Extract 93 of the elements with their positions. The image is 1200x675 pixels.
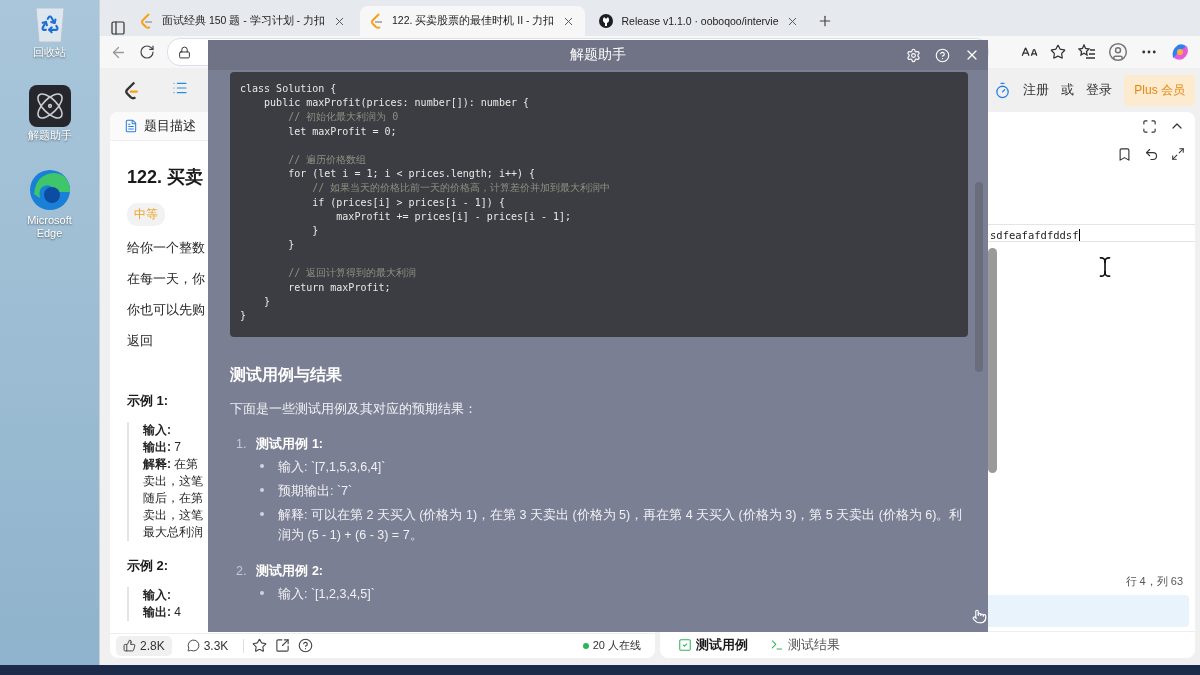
browser-tab[interactable]: 面试经典 150 题 - 学习计划 - 力扣 — [130, 6, 356, 36]
assistant-logo-icon[interactable] — [1170, 42, 1190, 62]
description-tab[interactable]: 题目描述 — [144, 116, 196, 135]
site-icon — [599, 14, 614, 28]
undo-icon[interactable] — [1144, 146, 1159, 162]
code-line: maxProfit += prices[i] - prices[i - 1]; — [335, 209, 573, 224]
comment-icon — [186, 639, 200, 653]
code-line: } — [311, 223, 320, 238]
section-title: 测试用例与结果 — [230, 365, 342, 386]
sidebar-icon[interactable] — [110, 20, 126, 36]
example-heading: 示例 1: — [127, 391, 169, 410]
settings-icon[interactable] — [906, 47, 921, 63]
lock-icon — [178, 45, 191, 59]
code-line: let maxProfit = 0; — [287, 124, 398, 139]
list-number: 1. — [236, 437, 247, 452]
case-title: 测试用例 1: — [256, 436, 324, 454]
register-link[interactable]: 注册 — [1023, 81, 1050, 99]
example-line: 输出: 7 — [143, 438, 182, 456]
desktop-icon-label: 回收站 — [33, 46, 66, 59]
hand-pointer-icon — [971, 609, 987, 624]
example-heading: 示例 2: — [127, 556, 169, 575]
site-icon — [370, 13, 384, 29]
bullet — [260, 488, 264, 493]
code-line: for (let i = 1; i < prices.length; i++) { — [287, 167, 536, 182]
thumbs-up-icon — [123, 639, 136, 653]
checkbox-icon — [678, 638, 692, 652]
favorites-list-icon[interactable] — [1078, 44, 1096, 60]
example-line: 卖出，这笔 — [143, 506, 203, 524]
code-line: if (prices[i] > prices[i - 1]) { — [311, 195, 506, 210]
test-tab[interactable]: 测试用例 — [672, 635, 754, 655]
example-line: 输出: 4 — [143, 603, 182, 621]
case-item-text: 输入: `[1,2,3,4,5]` — [278, 586, 375, 604]
atom-app-icon[interactable] — [28, 85, 71, 127]
example-line: 解释: 在第 — [143, 455, 199, 473]
desktop-icon-label: Microsoft Edge — [26, 214, 73, 240]
terminal-icon — [770, 638, 784, 652]
window-title: 解题助手 — [570, 46, 626, 64]
browser-app-icon[interactable] — [27, 168, 72, 212]
expand-icon[interactable] — [1171, 147, 1185, 161]
code-line: class Solution { — [240, 82, 338, 96]
bullet — [260, 464, 264, 469]
code-line: } — [263, 294, 272, 309]
fullscreen-icon[interactable] — [1142, 118, 1157, 134]
code-line: // 遍历价格数组 — [287, 152, 368, 167]
case-item-text: 解释: 可以在第 2 天买入 (价格为 1)，在第 3 天卖出 (价格为 5)，再在第 4 天买入 (价格为 3)，第 5 天卖出 (价格为 6)。利润为 (5 - 1) + (6 - 3) = 7。 — [278, 507, 964, 545]
intro-text: 下面是一些测试用例及其对应的预期结果： — [230, 400, 477, 419]
description-text: 你也可以先购 — [127, 301, 205, 319]
site-logo-icon[interactable] — [124, 80, 140, 100]
code-line: public maxProfit(prices: number[]): number { — [263, 96, 530, 111]
code-line: // 返回计算得到的最大利润 — [287, 266, 418, 281]
example-line: 输入: — [143, 586, 171, 604]
problem-title: 122. 买卖 — [127, 165, 204, 189]
share-icon[interactable] — [275, 638, 291, 654]
bullet — [260, 591, 264, 596]
example-line: 最大总利润 — [143, 523, 203, 541]
description-icon — [124, 118, 138, 133]
browser-tab[interactable]: 122. 买卖股票的最佳时机 II - 力扣 — [360, 6, 586, 36]
desktop-icon-label: 解题助手 — [27, 129, 72, 142]
list-number: 2. — [236, 564, 247, 579]
like-button[interactable]: 2.8K — [116, 635, 172, 656]
favorite-star-icon[interactable] — [1050, 44, 1066, 60]
or-text: 或 — [1061, 81, 1075, 99]
timer-icon[interactable] — [994, 81, 1012, 99]
bullet — [260, 512, 264, 517]
code-line: return maxProfit; — [287, 280, 392, 295]
comments-button[interactable]: 3.3K — [179, 635, 236, 656]
code-line: } — [240, 309, 248, 323]
case-item-text: 输入: `[7,1,5,3,6,4]` — [278, 459, 386, 477]
test-tab[interactable]: 测试结果 — [764, 635, 846, 655]
code-line-text: sdfeafafdfddsf — [990, 229, 1080, 241]
profile-icon[interactable] — [1108, 42, 1128, 62]
online-count: 20 人在线 — [582, 638, 641, 654]
example-line: 卖出，这笔 — [143, 472, 203, 490]
bookmark-icon[interactable] — [1117, 146, 1132, 162]
description-text: 给你一个整数 — [127, 239, 205, 257]
browser-tab[interactable]: Release v1.1.0 · ooboqoo/intervie — [589, 6, 810, 36]
example-line: 输入: — [143, 421, 171, 439]
help-icon[interactable] — [298, 638, 314, 654]
login-link[interactable]: 登录 — [1086, 81, 1113, 99]
difficulty-badge: 中等 — [127, 202, 165, 226]
scrollbar[interactable] — [988, 248, 997, 473]
site-icon — [140, 13, 154, 29]
example-line: 随后，在第 — [143, 489, 203, 507]
list-icon[interactable] — [172, 80, 188, 96]
case-title: 测试用例 2: — [256, 563, 324, 581]
description-text: 返回 — [127, 332, 153, 350]
star-icon[interactable] — [252, 638, 268, 654]
description-text: 在每一天，你 — [127, 270, 205, 288]
case-item-text: 预期输出: `7` — [278, 483, 353, 501]
code-line: } — [287, 238, 296, 253]
cursor-position: 行 4，列 63 — [1125, 574, 1183, 589]
code-line: // 初始化最大利润为 0 — [287, 110, 400, 125]
refresh-icon[interactable] — [139, 44, 155, 60]
